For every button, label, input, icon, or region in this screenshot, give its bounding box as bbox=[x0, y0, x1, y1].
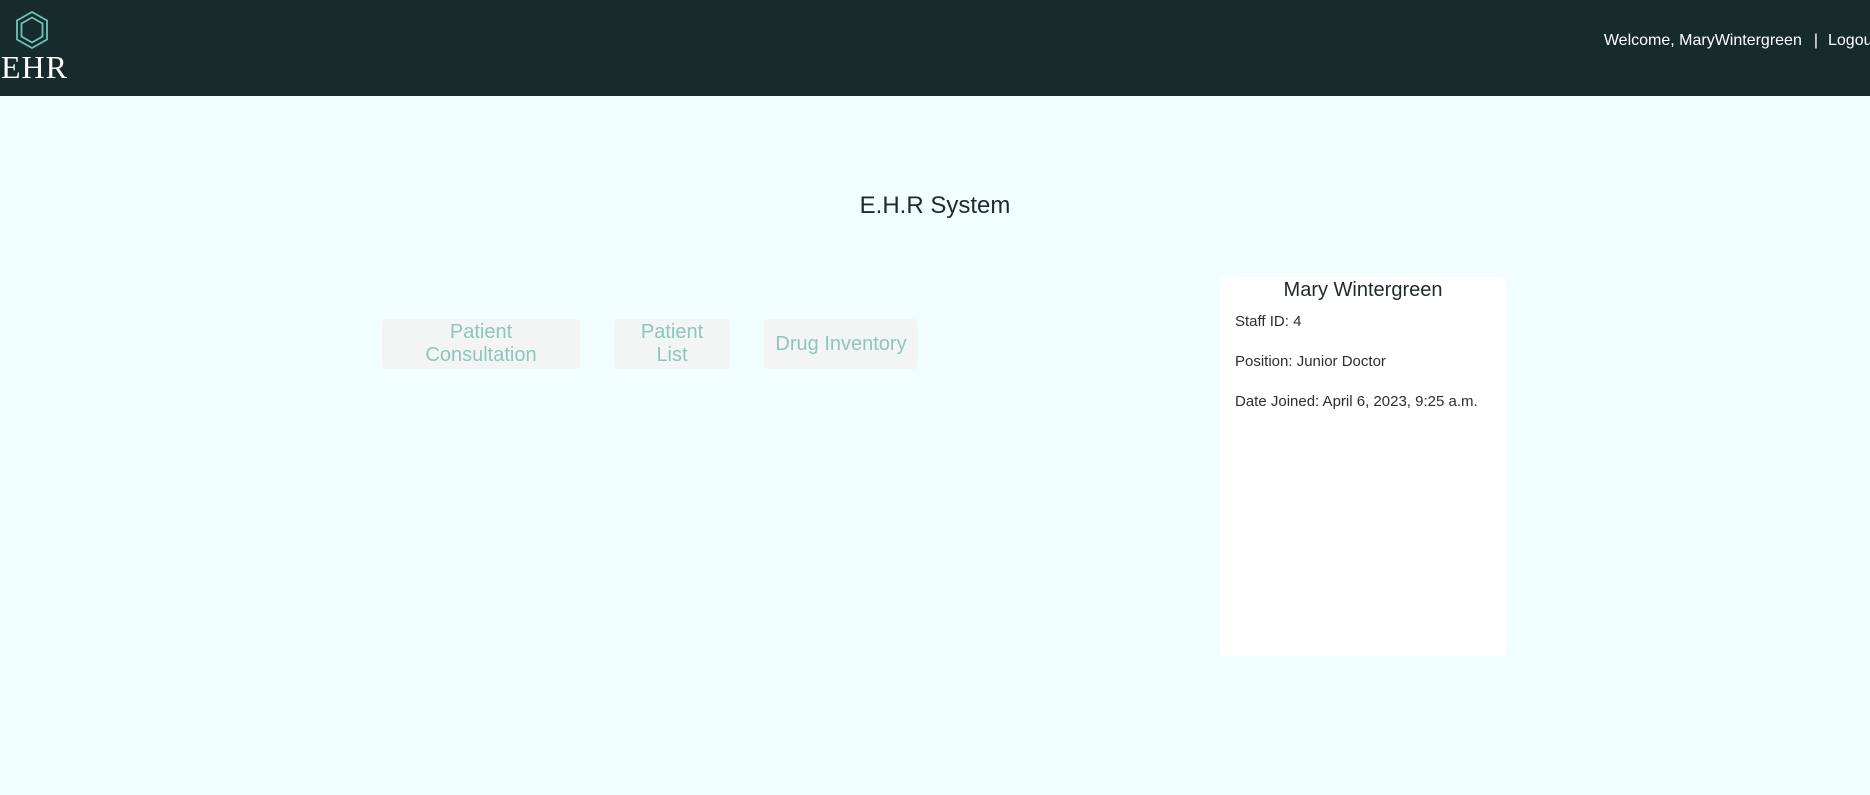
top-navbar: EHR Welcome, MaryWintergreen | Logout bbox=[0, 0, 1870, 96]
patient-list-button[interactable]: Patient List bbox=[614, 319, 730, 369]
logout-link[interactable]: Logout bbox=[1828, 32, 1870, 50]
patient-consultation-button[interactable]: Patient Consultation bbox=[382, 319, 580, 369]
user-nav: Welcome, MaryWintergreen | Logout bbox=[1604, 30, 1870, 52]
hexagon-icon bbox=[16, 10, 48, 50]
staff-id: Staff ID: 4 bbox=[1235, 313, 1302, 330]
position: Position: Junior Doctor bbox=[1235, 353, 1386, 370]
brand-logo[interactable]: EHR bbox=[0, 10, 67, 86]
drug-inventory-button[interactable]: Drug Inventory bbox=[764, 319, 918, 369]
brand-text: EHR bbox=[1, 49, 68, 85]
date-joined: Date Joined: April 6, 2023, 9:25 a.m. bbox=[1235, 393, 1478, 410]
profile-name: Mary Wintergreen bbox=[1283, 279, 1443, 301]
page-title: E.H.R System bbox=[859, 192, 1011, 219]
profile-card: Mary Wintergreen Staff ID: 4 Position: J… bbox=[1220, 277, 1506, 656]
welcome-text: Welcome, MaryWintergreen bbox=[1603, 32, 1802, 49]
nav-separator: | bbox=[1813, 32, 1818, 49]
